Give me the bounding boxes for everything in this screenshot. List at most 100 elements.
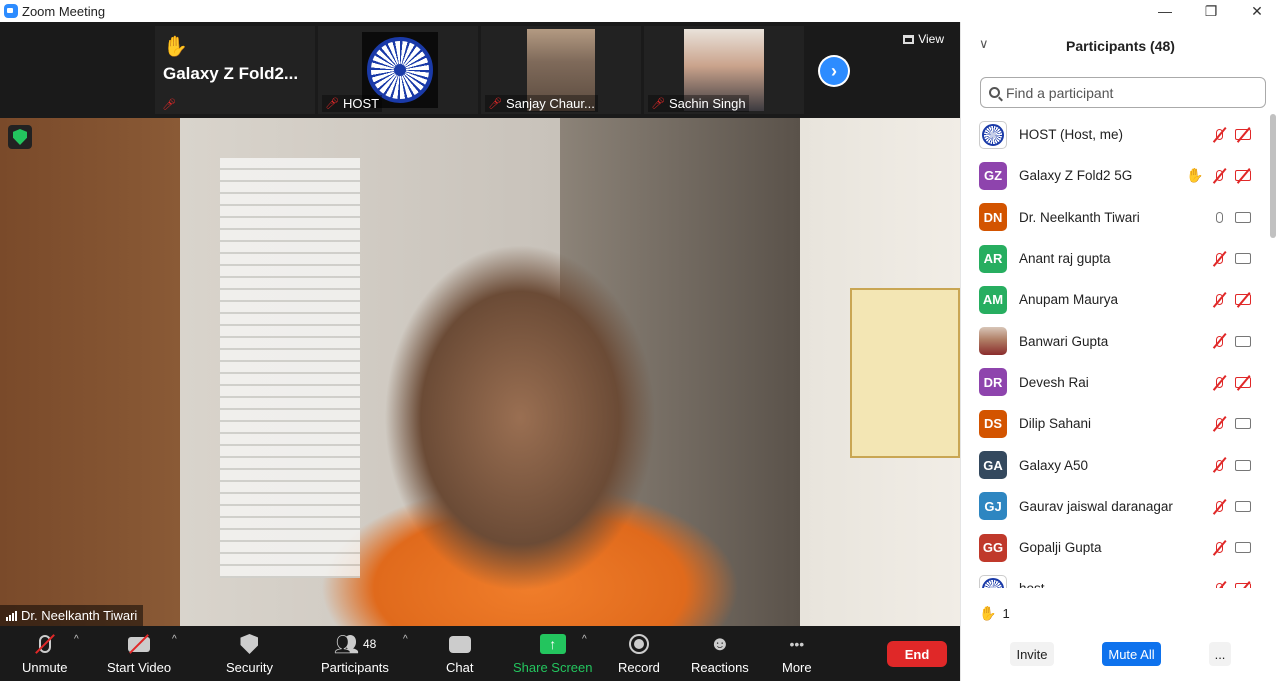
muted-mic-icon: 🎤︎ — [651, 98, 665, 110]
mic-muted-icon[interactable] — [1211, 539, 1227, 556]
meeting-toolbar: Unmute ^ Start Video ^ Security 👥︎ 48 Par… — [0, 626, 960, 681]
participant-row[interactable]: GG Gopalji Gupta — [961, 527, 1269, 568]
participant-row[interactable]: AM Anupam Maurya — [961, 279, 1269, 320]
mute-all-button[interactable]: Mute All — [1102, 642, 1161, 666]
search-box[interactable] — [980, 77, 1266, 108]
participant-name: Gaurav jaiswal daranagar — [1019, 498, 1173, 514]
raised-hand-icon: ✋ — [1186, 167, 1204, 184]
chevron-right-icon: › — [820, 57, 848, 85]
participant-name: Galaxy A50 — [1019, 457, 1089, 473]
active-speaker-video: Dr. Neelkanth Tiwari — [0, 118, 960, 626]
shield-icon — [240, 630, 259, 658]
camera-icon[interactable] — [1235, 416, 1251, 432]
signal-strength-icon — [6, 610, 17, 621]
thumbnail-name-tag: 🎤︎ Sanjay Chaur... — [485, 95, 598, 112]
participant-row[interactable]: GA Galaxy A50 — [961, 444, 1269, 485]
share-screen-button[interactable]: ↑ Share Screen — [513, 630, 593, 675]
unmute-button[interactable]: Unmute — [22, 630, 68, 675]
thumbnail-sanjay[interactable]: 🎤︎ Sanjay Chaur... — [481, 26, 641, 114]
mic-muted-icon[interactable] — [1211, 415, 1227, 432]
mic-muted-icon[interactable] — [1211, 250, 1227, 267]
next-page-button[interactable]: › — [818, 55, 850, 87]
participant-row[interactable]: host — [961, 568, 1269, 588]
thumbnail-galaxy-z-fold2[interactable]: ✋ Galaxy Z Fold2... 🎤︎ — [155, 26, 315, 114]
start-video-button[interactable]: Start Video — [107, 630, 171, 675]
chat-button[interactable]: Chat — [446, 630, 473, 675]
mic-icon[interactable] — [1211, 209, 1227, 225]
camera-off-icon[interactable] — [1235, 126, 1251, 143]
reactions-button[interactable]: ☻ Reactions — [691, 630, 749, 676]
security-button[interactable]: Security — [226, 630, 273, 675]
start-video-label: Start Video — [107, 660, 172, 675]
title-bar: Zoom Meeting — [0, 0, 960, 22]
view-button[interactable]: View — [903, 32, 944, 46]
mic-muted-icon[interactable] — [1211, 457, 1227, 473]
share-options-caret[interactable]: ^ — [582, 634, 587, 645]
thumbnail-sachin[interactable]: 🎤︎ Sachin Singh — [644, 26, 804, 114]
thumbnail-name: HOST — [342, 96, 380, 111]
invite-button[interactable]: Invite — [1010, 642, 1054, 666]
video-options-caret[interactable]: ^ — [172, 634, 177, 645]
participants-icon: 👥︎ 48 — [333, 633, 377, 656]
participant-status-icons — [1211, 415, 1251, 432]
close-button[interactable]: ✕ — [1234, 0, 1280, 22]
mic-muted-icon[interactable] — [1211, 374, 1227, 391]
camera-icon[interactable] — [1235, 498, 1251, 514]
camera-icon[interactable] — [1235, 251, 1251, 267]
mic-muted-icon[interactable] — [1211, 126, 1227, 143]
participant-row[interactable]: GZ Galaxy Z Fold2 5G ✋ — [961, 155, 1269, 196]
thumbnail-name-tag: 🎤︎ Sachin Singh — [648, 95, 749, 112]
participant-row[interactable]: DN Dr. Neelkanth Tiwari — [961, 197, 1269, 238]
participants-options-caret[interactable]: ^ — [403, 634, 408, 645]
camera-icon[interactable] — [1235, 209, 1251, 225]
mic-muted-icon[interactable] — [1211, 168, 1227, 184]
participant-row[interactable]: DR Devesh Rai — [961, 362, 1269, 403]
camera-icon[interactable] — [1235, 540, 1251, 556]
participant-row[interactable]: HOST (Host, me) — [961, 114, 1269, 155]
camera-off-icon[interactable] — [1235, 292, 1251, 308]
participant-list-scrollbar[interactable] — [1270, 114, 1276, 588]
minimize-button[interactable]: — — [1142, 0, 1188, 22]
camera-icon[interactable] — [1235, 333, 1251, 349]
mic-muted-icon[interactable] — [1211, 333, 1227, 349]
participant-row[interactable]: Banwari Gupta — [961, 320, 1269, 361]
mic-muted-icon[interactable] — [1211, 581, 1227, 588]
mic-muted-icon[interactable] — [1211, 292, 1227, 308]
participant-status-icons — [1211, 457, 1251, 473]
muted-mic-icon: 🎤︎ — [325, 98, 339, 110]
mic-muted-icon — [34, 630, 55, 658]
thumbnail-name-tag: 🎤︎ HOST — [322, 95, 383, 112]
restore-button[interactable]: ❐ — [1188, 0, 1234, 22]
more-button[interactable]: ••• More — [782, 630, 812, 675]
chevron-down-icon[interactable]: ∨ — [979, 36, 989, 52]
camera-icon[interactable] — [1235, 457, 1251, 473]
thumbnail-host[interactable]: 🎤︎ HOST — [318, 26, 478, 114]
audio-options-caret[interactable]: ^ — [74, 634, 79, 645]
zoom-logo-icon — [4, 4, 18, 18]
thumbnail-name: Sanjay Chaur... — [505, 96, 595, 111]
participants-button[interactable]: 👥︎ 48 Participants — [321, 630, 389, 676]
participant-row[interactable]: GJ Gaurav jaiswal daranagar — [961, 486, 1269, 527]
encryption-shield-icon[interactable] — [8, 125, 32, 149]
participant-count: 48 — [362, 637, 377, 651]
panel-more-button[interactable]: ... — [1209, 642, 1231, 666]
camera-off-icon[interactable] — [1235, 168, 1251, 184]
share-screen-icon: ↑ — [539, 630, 566, 658]
window-controls: — ❐ ✕ — [960, 0, 1280, 22]
panel-header: ∨ Participants (48) — [961, 22, 1280, 70]
participant-row[interactable]: DS Dilip Sahani — [961, 403, 1269, 444]
mic-muted-icon[interactable] — [1211, 498, 1227, 515]
participant-name: Galaxy Z Fold2 5G — [1019, 168, 1133, 184]
search-icon — [989, 87, 1000, 98]
camera-off-icon[interactable] — [1235, 374, 1251, 391]
camera-off-icon[interactable] — [1235, 581, 1251, 588]
participant-row[interactable]: AR Anant raj gupta — [961, 238, 1269, 279]
participant-status-icons — [1211, 374, 1251, 391]
search-input[interactable] — [1006, 84, 1246, 101]
chat-icon — [448, 630, 471, 658]
end-meeting-button[interactable]: End — [887, 641, 947, 667]
participant-status-icons — [1211, 333, 1251, 349]
share-screen-label: Share Screen — [513, 660, 593, 675]
speaker-name: Dr. Neelkanth Tiwari — [21, 608, 138, 623]
record-button[interactable]: Record — [618, 630, 660, 675]
